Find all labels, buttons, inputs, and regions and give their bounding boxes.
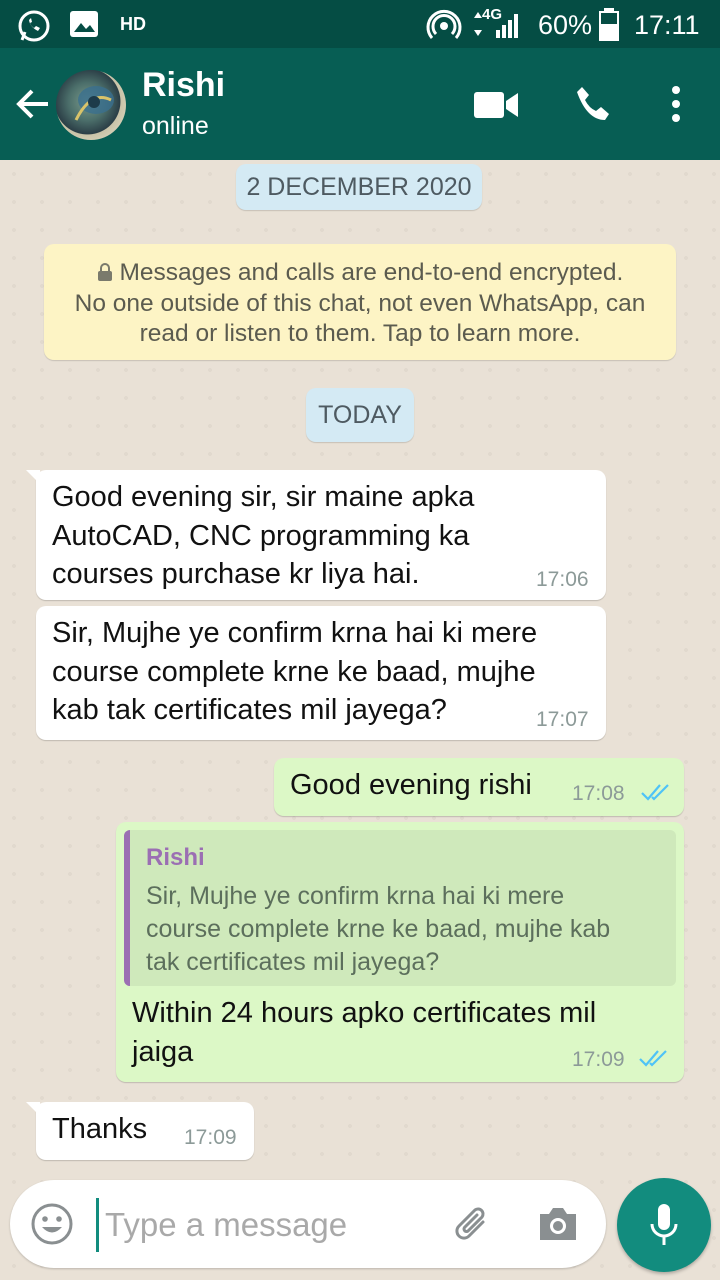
message-bubble-incoming[interactable]: Thanks 17:09 — [26, 1102, 254, 1160]
message-bubble-outgoing-reply[interactable]: Rishi Sir, Mujhe ye confirm krna hai ki … — [116, 822, 684, 1082]
attachment-paperclip-icon[interactable] — [450, 1202, 494, 1246]
quoted-message[interactable]: Rishi Sir, Mujhe ye confirm krna hai ki … — [124, 830, 676, 986]
signal-icon — [474, 12, 518, 38]
date-divider: 2 DECEMBER 2020 — [236, 164, 482, 210]
lock-icon — [97, 263, 112, 281]
message-time: 17:07 — [536, 708, 589, 731]
microphone-icon — [650, 1204, 678, 1245]
message-time: 17:09 — [572, 1048, 625, 1071]
message-composer — [10, 1180, 606, 1268]
voice-call-icon[interactable] — [572, 84, 612, 124]
encryption-line-3: read or listen to them. Tap to learn mor… — [139, 320, 581, 347]
quote-bar — [124, 830, 130, 986]
voice-message-button[interactable] — [617, 1178, 711, 1272]
read-receipt-icon — [641, 784, 669, 801]
video-call-icon[interactable] — [474, 90, 520, 120]
avatar[interactable] — [56, 70, 126, 140]
message-text: Sir, Mujhe ye confirm krna hai ki mere c… — [52, 617, 538, 726]
message-text: Good evening sir, sir maine apka AutoCAD… — [52, 481, 475, 590]
bubble-tail — [26, 470, 40, 484]
message-input[interactable] — [96, 1198, 437, 1252]
quoted-author: Rishi — [146, 844, 205, 871]
image-notification-icon — [70, 11, 98, 37]
battery-icon — [599, 8, 619, 41]
message-text: Good evening rishi — [290, 769, 532, 801]
battery-percent: 60% — [538, 10, 593, 40]
read-receipt-icon — [639, 1050, 667, 1067]
chat-header: Rishi online — [0, 48, 720, 160]
encryption-notice[interactable]: Messages and calls are end-to-end encryp… — [44, 244, 676, 360]
whatsapp-notification-icon — [18, 10, 50, 42]
message-text: Thanks — [52, 1113, 148, 1145]
hd-indicator: HD — [120, 14, 146, 34]
clock: 17:11 — [634, 10, 700, 40]
status-bar: HD 4G 60% 17:11 — [0, 0, 720, 48]
more-options-icon[interactable] — [666, 86, 686, 122]
contact-name[interactable]: Rishi — [142, 66, 225, 105]
today-divider: TODAY — [306, 388, 414, 442]
message-text: Within 24 hours apko certificates mil ja… — [132, 997, 597, 1068]
back-arrow-icon[interactable] — [12, 84, 52, 124]
message-bubble-incoming[interactable]: Sir, Mujhe ye confirm krna hai ki mere c… — [36, 606, 606, 740]
message-bubble-outgoing[interactable]: Good evening rishi 17:08 — [274, 758, 684, 816]
hotspot-icon — [426, 9, 462, 39]
quoted-text: Sir, Mujhe ye confirm krna hai ki mere c… — [146, 882, 611, 976]
message-time: 17:06 — [536, 568, 589, 591]
encryption-line-1: Messages and calls are end-to-end encryp… — [119, 259, 624, 286]
encryption-line-2: No one outside of this chat, not even Wh… — [74, 289, 646, 317]
message-time: 17:09 — [184, 1126, 237, 1149]
camera-icon[interactable] — [536, 1204, 580, 1244]
chat-area[interactable]: 2 DECEMBER 2020 Messages and calls are e… — [0, 160, 720, 1280]
emoji-icon[interactable] — [30, 1202, 74, 1246]
contact-status: online — [142, 112, 209, 140]
bubble-tail — [26, 1102, 40, 1116]
message-bubble-incoming[interactable]: Good evening sir, sir maine apka AutoCAD… — [26, 470, 606, 600]
message-time: 17:08 — [572, 782, 625, 805]
